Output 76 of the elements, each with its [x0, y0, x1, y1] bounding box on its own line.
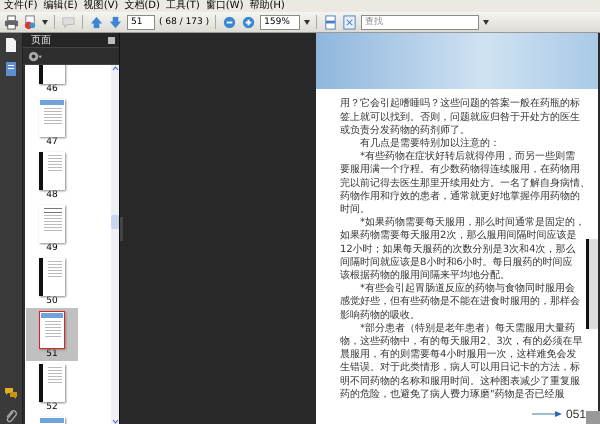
menu-item[interactable]: 工具(T) [164, 0, 204, 12]
text-line: *有些药物在症状好转后就得停用，而另一些则需 [359, 150, 576, 164]
page-list-item[interactable]: 46 [26, 65, 78, 96]
page-number-label: 52 [46, 402, 58, 413]
scroll-down-icon[interactable] [112, 418, 118, 424]
page-list-item[interactable]: 48 [26, 149, 78, 202]
page-number-label: 46 [46, 84, 58, 95]
caret-icon[interactable] [42, 20, 48, 24]
text-line: 完以前记得去医生那里开续用处方。一名了解自身病情、 [340, 176, 586, 190]
caret-icon[interactable] [304, 20, 310, 24]
page-number-field[interactable]: 51 [127, 14, 155, 30]
pages-icon[interactable] [4, 37, 18, 53]
menu-item[interactable]: 帮助(H) [247, 0, 289, 12]
comments-icon[interactable] [4, 385, 18, 401]
text-line: 生错误。对于此类情形，病人可以用日记卡的方法，标 [340, 361, 581, 375]
page-thumbnail[interactable] [39, 364, 65, 402]
page-list-item[interactable]: 49 [26, 202, 78, 255]
page-list-item[interactable]: 51 [26, 308, 78, 361]
page-number-label: 47 [46, 137, 58, 148]
page-list-item[interactable]: 52 [26, 361, 78, 414]
page-number: 051 [566, 407, 586, 421]
text-line: 该根据药物的服用间隔来平均地分配。 [340, 268, 511, 282]
page-thumbnail[interactable] [39, 99, 65, 137]
fit-page-icon[interactable] [342, 14, 358, 30]
text-line: 如果药物需要每天服用2次，那么服用间隔时间应该是 [340, 229, 578, 243]
text-line: 签上就可以找到。否则，问题就应归咎于开处方的医生 [340, 110, 581, 124]
text-line: 感觉好些，但有些药物是不能在进食时服用的，那样会 [340, 295, 581, 309]
text-line: 明不同药物的名称和服用时间。这种图表减少了重复服 [340, 374, 581, 388]
zoom-out-icon[interactable] [222, 14, 238, 30]
page-list-item[interactable]: 50 [26, 255, 78, 308]
page-number-label: 51 [46, 349, 58, 360]
text-line: *如果药物需要每天服用，那么时间通常是固定的， [359, 216, 586, 230]
text-line: 有几点是需要特别加以注意的： [359, 136, 501, 150]
menu-item[interactable]: 视图(V) [82, 0, 122, 12]
text-line: 药物作用和疗效的患者，通常就更好地掌握停用药物的 [340, 190, 581, 203]
page-thumbnail[interactable] [39, 152, 65, 190]
text-line: 影响药物的吸收。 [340, 308, 421, 322]
page-number-label: 48 [46, 190, 58, 201]
page-thumbnail[interactable] [39, 205, 65, 243]
page-thumbnail[interactable] [39, 311, 65, 349]
search-field[interactable]: 查找 [361, 14, 480, 30]
page-number-label: 50 [46, 296, 58, 307]
create-document-icon[interactable] [23, 14, 38, 30]
text-line: 晨服用，有的则需要每4小时服用一次，这样难免会发 [340, 348, 578, 362]
print-icon[interactable] [4, 14, 19, 30]
page-count: ( 68 / 173 ) [159, 17, 210, 27]
text-line: *有些会引起胃肠道反应的药物与食物同时服用会 [359, 282, 576, 296]
text-line: 12小时；如果每天服药的次数分别是3次和4次，那么 [340, 242, 576, 256]
menu-item[interactable]: 编辑(E) [42, 0, 82, 12]
page-list-item[interactable]: 47 [26, 96, 78, 149]
page-number-label: 49 [46, 243, 58, 254]
paperclip-icon[interactable] [4, 409, 18, 424]
scrollbar[interactable] [111, 65, 119, 424]
panel-menu-button[interactable] [108, 36, 115, 44]
text-line: 或负责分发药物的药剂师了。 [340, 124, 471, 137]
fit-width-icon[interactable] [323, 14, 338, 30]
splitter-handle[interactable] [120, 217, 123, 241]
down-arrow-icon[interactable] [108, 14, 123, 30]
scroll-up-icon[interactable] [112, 65, 118, 72]
comment-icon [61, 14, 76, 30]
text-line: 要服用满一个疗程。有少数药物得连续服用，在药物用 [340, 163, 581, 177]
scroll-thumb[interactable] [111, 215, 119, 229]
page-thumbnail[interactable] [39, 258, 65, 296]
up-arrow-icon[interactable] [89, 14, 104, 30]
zoom-in-icon[interactable] [241, 14, 256, 30]
panel-title: 页面 [31, 34, 51, 47]
zoom-field[interactable]: 159% [260, 14, 300, 30]
text-line: 用？它会引起嗜睡吗？这些问题的答案一般在药瓶的标 [340, 97, 581, 111]
text-line: *部分患者（特别是老年患者）每天需服用大量药 [359, 322, 576, 335]
document-icon[interactable] [4, 61, 18, 77]
caret-icon[interactable] [483, 20, 490, 24]
arrow-icon [532, 411, 562, 417]
text-line: 物，这些药物中，有的每天服用2、3次，有的必须在早 [340, 334, 584, 348]
text-line: 间隔时间就应该是8小时和6小时。每日服药的时间应 [340, 256, 574, 269]
text-line: 药的危险，也避免了病人费力琢磨"药物是否已经服 [340, 388, 566, 401]
text-line: 时间。 [340, 202, 371, 216]
